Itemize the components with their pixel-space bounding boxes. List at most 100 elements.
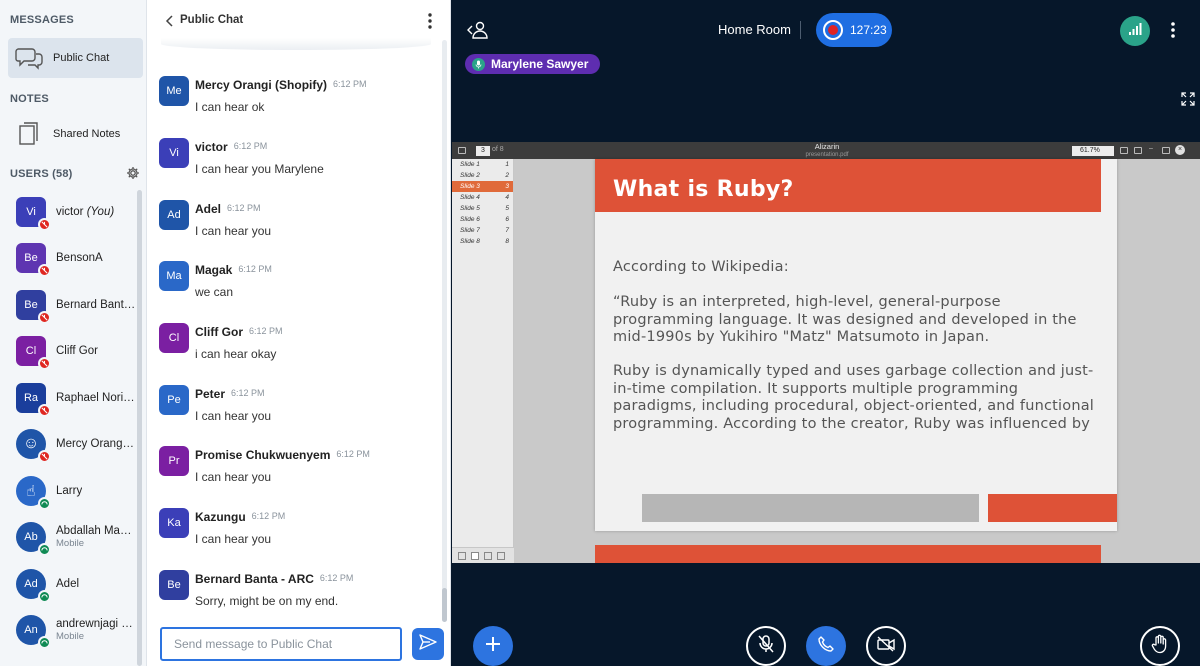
current-slide: What is Ruby? According to Wikipedia: “R… <box>595 159 1117 531</box>
share-webcam-button[interactable] <box>866 626 906 666</box>
avatar: An <box>16 615 51 649</box>
user-list-item[interactable]: Ra Raphael Noriega <box>16 378 136 418</box>
plus-icon <box>484 635 502 658</box>
menu-icon[interactable] <box>1134 147 1142 154</box>
raise-hand-button[interactable] <box>1140 626 1180 666</box>
chat-message-input[interactable] <box>160 627 402 661</box>
message-time: 6:12 PM <box>231 388 265 398</box>
smiley-emoji-icon: ☺ <box>22 435 40 452</box>
message-author: Promise Chukwuenyem <box>195 448 331 462</box>
search-icon[interactable] <box>1120 147 1128 154</box>
users-toggle-icon[interactable] <box>467 20 489 40</box>
kebab-menu-icon[interactable] <box>425 12 435 30</box>
send-button[interactable] <box>412 628 444 660</box>
user-list-item[interactable]: Vi victor (You) <box>16 192 136 232</box>
maximize-icon[interactable] <box>1162 147 1170 154</box>
presentation-area[interactable]: 3 of 8 Alizarin presentation.pdf 61.7% – … <box>452 142 1200 563</box>
user-name: BensonA <box>56 252 103 264</box>
listen-only-badge-icon <box>38 590 51 603</box>
raise-hand-icon <box>1151 634 1169 659</box>
fullscreen-icon[interactable] <box>1181 92 1195 106</box>
muted-mic-badge-icon <box>38 404 51 417</box>
sidebar-item-public-chat[interactable]: Public Chat <box>8 38 143 78</box>
user-list-item[interactable]: ☝ Larry <box>16 471 136 511</box>
avatar: Me <box>159 76 189 106</box>
avatar: Vi <box>159 138 189 168</box>
slide-thumbnail[interactable]: Slide 22 <box>452 170 513 181</box>
user-name: Abdallah Mahmoud <box>56 525 136 537</box>
avatar: Cl <box>16 336 51 370</box>
user-list-item[interactable]: Be BensonA <box>16 238 136 278</box>
leave-audio-button[interactable] <box>806 626 846 666</box>
slide-thumbnail[interactable]: Slide 11 <box>452 159 513 170</box>
user-list-item[interactable]: ☺ Mercy Orangi (Shopify) <box>16 424 136 464</box>
avatar: Ad <box>159 200 189 230</box>
send-icon <box>419 633 437 655</box>
unmute-button[interactable] <box>746 626 786 666</box>
thumbnail-view-toolbar <box>452 547 514 563</box>
talking-indicator[interactable]: Marylene Sawyer <box>465 54 601 74</box>
page-view-icon[interactable] <box>471 552 479 560</box>
message-time: 6:12 PM <box>249 326 283 336</box>
pdf-filename: presentation.pdf <box>805 152 849 158</box>
message-time: 6:12 PM <box>333 79 367 89</box>
slide-thumbnail[interactable]: Slide 77 <box>452 225 513 236</box>
message-time: 6:12 PM <box>251 511 286 521</box>
minimize-icon[interactable]: – <box>1149 145 1157 152</box>
chat-scroll-fade <box>161 38 431 50</box>
edit-icon[interactable] <box>484 552 492 560</box>
user-list-item[interactable]: Ab Abdallah MahmoudMobile <box>16 517 136 557</box>
muted-mic-badge-icon <box>38 450 51 463</box>
avatar: Ma <box>159 261 189 291</box>
chat-message: Ka Kazungu 6:12 PM I can hear you <box>159 508 435 564</box>
sidebar-toggle-icon[interactable] <box>458 147 466 154</box>
chat-message: Ma Magak 6:12 PM we can <box>159 261 435 317</box>
slide-thumbnail[interactable]: Slide 88 <box>452 236 513 247</box>
page-number-input[interactable]: 3 <box>476 146 490 156</box>
notes-section-title: NOTES <box>10 93 49 105</box>
chat-scrollbar[interactable] <box>442 40 447 622</box>
message-author: Adel <box>195 202 222 216</box>
avatar: ☝ <box>16 476 51 510</box>
phone-icon <box>818 635 834 657</box>
kebab-menu-icon[interactable] <box>1168 20 1178 40</box>
slide-paragraph: According to Wikipedia: <box>613 259 789 275</box>
muted-mic-badge-icon <box>38 357 51 370</box>
user-list-item[interactable]: Cl Cliff Gor <box>16 331 136 371</box>
connection-status-button[interactable] <box>1120 16 1150 46</box>
avatar: Ra <box>16 383 51 417</box>
actions-button[interactable] <box>473 626 513 666</box>
slide-thumbnail-active[interactable]: Slide 33 <box>452 181 513 192</box>
zoom-select[interactable]: 61.7% <box>1072 146 1114 156</box>
slide-thumbnail[interactable]: Slide 66 <box>452 214 513 225</box>
chevron-left-icon[interactable] <box>163 13 177 29</box>
chat-scrollbar-thumb[interactable] <box>442 588 447 622</box>
room-name: Home Room <box>718 22 791 37</box>
avatar: Pe <box>159 385 189 415</box>
sidebar-item-label: Public Chat <box>53 52 110 64</box>
user-list-item[interactable]: An andrewnjagi KamauMobile <box>16 610 136 650</box>
recording-button[interactable]: 127:23 <box>816 13 892 47</box>
gear-icon[interactable] <box>126 166 140 185</box>
user-list-scrollbar[interactable] <box>137 190 142 666</box>
user-list-item[interactable]: Ad Adel <box>16 564 136 604</box>
chat-header: Public Chat <box>147 0 451 42</box>
signal-icon <box>1128 22 1142 41</box>
recording-time: 127:23 <box>850 23 887 37</box>
grid-view-icon[interactable] <box>458 552 466 560</box>
slide-thumbnail[interactable]: Slide 55 <box>452 203 513 214</box>
user-name: Larry <box>56 485 83 497</box>
sidebar-item-shared-notes[interactable]: Shared Notes <box>8 114 143 154</box>
close-icon[interactable]: × <box>1175 145 1185 155</box>
message-author: Magak <box>195 263 233 277</box>
chat-title[interactable]: Public Chat <box>180 14 243 26</box>
message-time: 6:12 PM <box>336 449 370 459</box>
avatar: Vi <box>16 197 51 231</box>
notes-view-icon[interactable] <box>497 552 505 560</box>
chat-message: Cl Cliff Gor 6:12 PM i can hear okay <box>159 323 435 379</box>
muted-mic-badge-icon <box>38 264 51 277</box>
user-list-item[interactable]: Be Bernard Banta - ARC <box>16 285 136 325</box>
message-time: 6:12 PM <box>319 573 354 583</box>
message-text: I can hear you <box>195 409 272 423</box>
slide-thumbnail[interactable]: Slide 44 <box>452 192 513 203</box>
